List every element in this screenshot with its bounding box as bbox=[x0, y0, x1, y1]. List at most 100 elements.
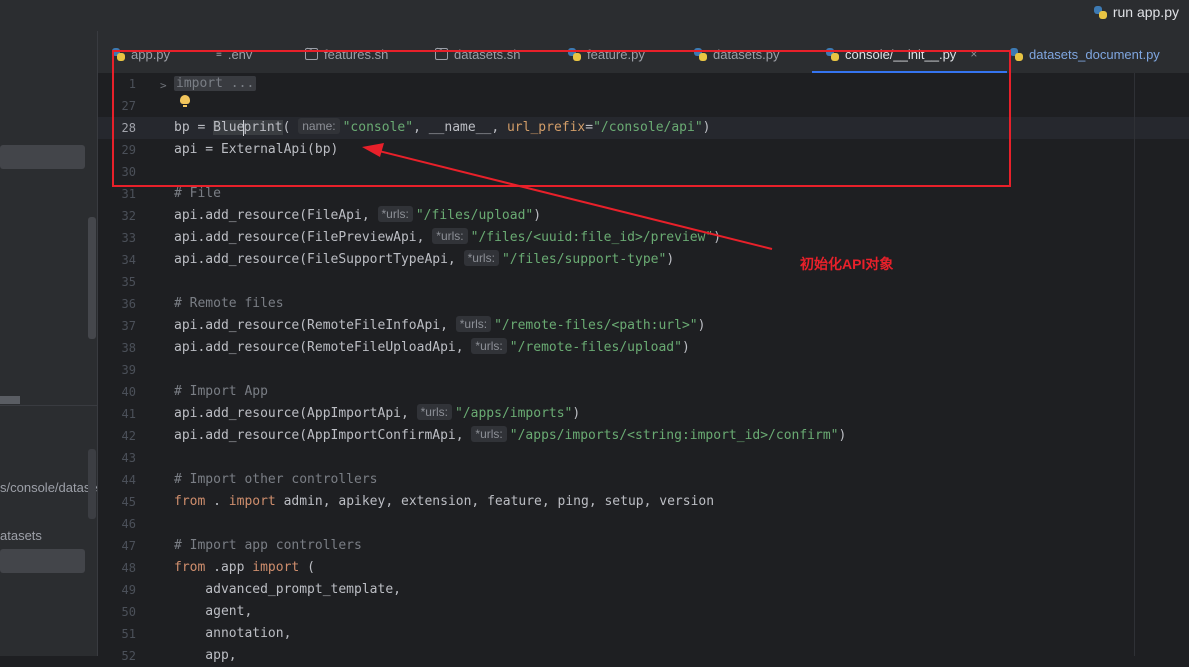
run-configuration[interactable]: run app.py bbox=[1093, 4, 1179, 20]
code-token: Blue bbox=[213, 120, 245, 135]
code-token: api.add_resource(FilePreviewApi, bbox=[174, 230, 433, 245]
project-tree-path[interactable]: s/console/datase bbox=[0, 480, 97, 495]
code-token: ) bbox=[666, 252, 675, 267]
code-token: api.add_resource(RemoteFileUploadApi, bbox=[174, 340, 472, 355]
code-keyword: from bbox=[174, 494, 206, 509]
line-number: 51 bbox=[121, 627, 136, 641]
code-line-51: annotation, bbox=[174, 626, 292, 641]
tab-console-init-py[interactable]: console/__init__.py × bbox=[811, 44, 1008, 74]
line-number: 1 bbox=[128, 77, 136, 91]
line-number: 28 bbox=[121, 121, 136, 135]
code-token: ) bbox=[702, 120, 711, 135]
line-number: 37 bbox=[121, 319, 136, 333]
code-token: . bbox=[205, 494, 229, 509]
code-token: ) bbox=[533, 208, 542, 223]
lower-scrollbar[interactable] bbox=[88, 449, 96, 519]
code-line-41: api.add_resource(AppImportApi, *urls: "/a… bbox=[174, 403, 580, 425]
code-line-36: # Remote files bbox=[174, 296, 284, 311]
code-string: "/apps/imports/<string:import_id>/confir… bbox=[509, 428, 839, 443]
python-icon bbox=[694, 47, 707, 61]
code-line-29: api = ExternalApi(bp) bbox=[174, 142, 339, 157]
parameter-hint: *urls: bbox=[471, 426, 507, 442]
line-number: 52 bbox=[121, 649, 136, 663]
folded-imports[interactable]: import ... bbox=[174, 76, 257, 91]
code-line-42: api.add_resource(AppImportConfirmApi, *u… bbox=[174, 425, 846, 447]
parameter-hint: *urls: bbox=[416, 404, 452, 420]
python-icon bbox=[112, 47, 125, 61]
tab-label: datasets.py bbox=[713, 46, 780, 62]
line-number: 38 bbox=[121, 341, 136, 355]
code-line-28: bp = Blueprint( name: "console", __name__… bbox=[174, 117, 711, 139]
line-number: 33 bbox=[121, 231, 136, 245]
tab-label: app.py bbox=[131, 46, 171, 62]
shell-script-icon bbox=[305, 45, 318, 60]
project-tree-selected-row-2[interactable] bbox=[0, 549, 85, 573]
code-token-blueprint: Blueprint bbox=[213, 119, 283, 136]
code-line-1: import ... bbox=[174, 73, 257, 95]
line-number: 31 bbox=[121, 187, 136, 201]
code-line-49: advanced_prompt_template, bbox=[174, 582, 401, 597]
line-number: 42 bbox=[121, 429, 136, 443]
line-number: 40 bbox=[121, 385, 136, 399]
tab-app-py[interactable]: app.py bbox=[112, 44, 170, 64]
fold-expand-icon[interactable]: > bbox=[160, 79, 167, 92]
project-tree-folder[interactable]: atasets bbox=[0, 528, 42, 543]
code-editor[interactable]: 1 27 28 29 30 31 32 33 34 35 36 37 38 39… bbox=[98, 73, 1189, 663]
tab-datasets-document-py[interactable]: datasets_document.py bbox=[1010, 44, 1160, 64]
line-number: 43 bbox=[121, 451, 136, 465]
code-line-44: # Import other controllers bbox=[174, 472, 378, 487]
code-token: api.add_resource(AppImportApi, bbox=[174, 406, 417, 421]
line-number: 46 bbox=[121, 517, 136, 531]
code-string: "console" bbox=[342, 120, 414, 135]
line-number: 41 bbox=[121, 407, 136, 421]
code-string: "/console/api" bbox=[593, 120, 703, 135]
panel-divider bbox=[0, 405, 97, 406]
project-tree-scrollbar[interactable] bbox=[88, 217, 96, 339]
code-token: admin, apikey, extension, feature, ping,… bbox=[275, 494, 715, 509]
code-token: api.add_resource(FileSupportTypeApi, bbox=[174, 252, 464, 267]
code-token: ( bbox=[282, 120, 291, 135]
tab-features-sh[interactable]: features.sh bbox=[305, 44, 388, 64]
code-keyword-arg: url_prefix bbox=[506, 120, 586, 135]
code-keyword: from bbox=[174, 560, 206, 575]
code-token: ( bbox=[299, 560, 315, 575]
code-line-34: api.add_resource(FileSupportTypeApi, *ur… bbox=[174, 249, 674, 271]
project-tree-selected-row[interactable] bbox=[0, 145, 85, 169]
parameter-hint: name: bbox=[298, 118, 340, 134]
code-line-47: # Import app controllers bbox=[174, 538, 362, 553]
horizontal-scrollbar[interactable] bbox=[0, 396, 20, 404]
tab-label: features.sh bbox=[324, 46, 389, 62]
code-token: .app bbox=[205, 560, 253, 575]
code-token: bp = bbox=[174, 120, 214, 135]
code-token: ) bbox=[681, 340, 690, 355]
tab-datasets-sh[interactable]: datasets.sh bbox=[435, 44, 521, 64]
code-line-37: api.add_resource(RemoteFileInfoApi, *url… bbox=[174, 315, 705, 337]
parameter-hint: *urls: bbox=[455, 316, 492, 332]
tab-feature-py[interactable]: feature.py bbox=[568, 44, 645, 64]
code-token: = bbox=[585, 120, 594, 135]
tab-label: datasets_document.py bbox=[1029, 46, 1160, 62]
code-string: "/remote-files/upload" bbox=[509, 340, 682, 355]
code-line-32: api.add_resource(FileApi, *urls: "/files/… bbox=[174, 205, 541, 227]
code-line-50: agent, bbox=[174, 604, 253, 619]
code-token: ) bbox=[572, 406, 581, 421]
line-number: 45 bbox=[121, 495, 136, 509]
code-line-31: # File bbox=[174, 186, 221, 201]
shell-script-icon bbox=[435, 45, 448, 60]
line-number: 29 bbox=[121, 143, 136, 157]
tab-label: datasets.sh bbox=[454, 46, 521, 62]
code-line-48: from .app import ( bbox=[174, 557, 315, 579]
editor-tab-bar: app.py ≡ .env features.sh datasets.sh fe… bbox=[98, 31, 1189, 74]
tab-datasets-py[interactable]: datasets.py bbox=[694, 44, 780, 64]
lightbulb-icon[interactable] bbox=[180, 95, 190, 107]
project-tool-window[interactable]: s/console/datase atasets bbox=[0, 31, 98, 656]
tab-env[interactable]: ≡ .env bbox=[216, 44, 252, 64]
python-icon bbox=[568, 47, 581, 61]
line-number: 44 bbox=[121, 473, 136, 487]
parameter-hint: *urls: bbox=[377, 206, 413, 222]
code-token: ) bbox=[713, 230, 722, 245]
line-number: 39 bbox=[121, 363, 136, 377]
tab-label: console/__init__.py bbox=[845, 46, 957, 62]
line-number: 48 bbox=[121, 561, 136, 575]
close-icon[interactable]: × bbox=[970, 47, 977, 61]
